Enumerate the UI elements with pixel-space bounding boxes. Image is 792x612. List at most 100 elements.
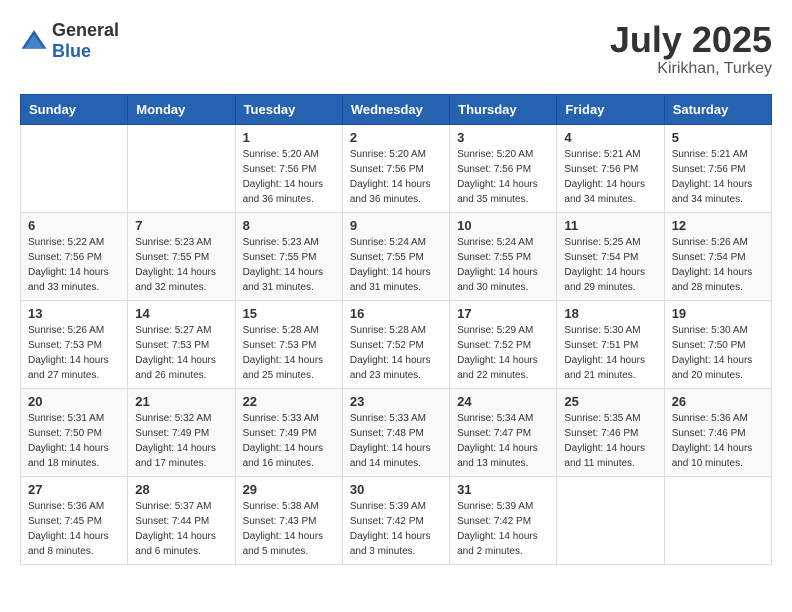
calendar-body: 1Sunrise: 5:20 AMSunset: 7:56 PMDaylight… [21,124,772,564]
calendar-cell: 15 Sunrise: 5:28 AMSunset: 7:53 PMDayligh… [235,300,342,388]
calendar-week-4: 20 Sunrise: 5:31 AMSunset: 7:50 PMDayligh… [21,388,772,476]
cell-content: Sunrise: 5:28 AMSunset: 7:52 PMDaylight:… [350,323,442,383]
day-number: 20 [28,394,120,409]
cell-content: Sunrise: 5:39 AMSunset: 7:42 PMDaylight:… [457,499,549,559]
calendar-cell: 26 Sunrise: 5:36 AMSunset: 7:46 PMDayligh… [664,388,771,476]
day-number: 13 [28,306,120,321]
day-number: 8 [243,218,335,233]
cell-content: Sunrise: 5:39 AMSunset: 7:42 PMDaylight:… [350,499,442,559]
day-number: 25 [564,394,656,409]
day-number: 7 [135,218,227,233]
header-thursday: Thursday [450,94,557,124]
cell-content: Sunrise: 5:22 AMSunset: 7:56 PMDaylight:… [28,235,120,295]
calendar-week-3: 13Sunrise: 5:26 AMSunset: 7:53 PMDayligh… [21,300,772,388]
day-number: 11 [564,218,656,233]
cell-content: Sunrise: 5:28 AMSunset: 7:53 PMDaylight:… [243,323,335,383]
cell-content: Sunrise: 5:20 AMSunset: 7:56 PMDaylight:… [243,147,335,207]
month-title: July 2025 [610,20,772,60]
day-number: 27 [28,482,120,497]
cell-content: Sunrise: 5:26 AMSunset: 7:54 PMDaylight:… [672,235,764,295]
calendar-cell: 18 Sunrise: 5:30 AMSunset: 7:51 PMDayligh… [557,300,664,388]
calendar-cell: 30Sunrise: 5:39 AMSunset: 7:42 PMDayligh… [342,476,449,564]
calendar-week-2: 6 Sunrise: 5:22 AMSunset: 7:56 PMDaylight… [21,212,772,300]
cell-content: Sunrise: 5:36 AMSunset: 7:46 PMDaylight:… [672,411,764,471]
day-number: 29 [243,482,335,497]
header-sunday: Sunday [21,94,128,124]
calendar-cell: 23Sunrise: 5:33 AMSunset: 7:48 PMDayligh… [342,388,449,476]
header-tuesday: Tuesday [235,94,342,124]
calendar-cell [557,476,664,564]
cell-content: Sunrise: 5:20 AMSunset: 7:56 PMDaylight:… [350,147,442,207]
header-monday: Monday [128,94,235,124]
day-number: 4 [564,130,656,145]
day-number: 14 [135,306,227,321]
title-area: July 2025 Kirikhan, Turkey [610,20,772,78]
calendar-cell: 14Sunrise: 5:27 AMSunset: 7:53 PMDayligh… [128,300,235,388]
calendar-header: Sunday Monday Tuesday Wednesday Thursday… [21,94,772,124]
logo-blue: Blue [52,41,91,61]
cell-content: Sunrise: 5:30 AMSunset: 7:50 PMDaylight:… [672,323,764,383]
calendar-week-5: 27 Sunrise: 5:36 AMSunset: 7:45 PMDayligh… [21,476,772,564]
calendar-table: Sunday Monday Tuesday Wednesday Thursday… [20,94,772,565]
day-number: 17 [457,306,549,321]
day-number: 18 [564,306,656,321]
calendar-cell: 21Sunrise: 5:32 AMSunset: 7:49 PMDayligh… [128,388,235,476]
calendar-cell: 7 Sunrise: 5:23 AMSunset: 7:55 PMDaylight… [128,212,235,300]
calendar-cell: 17Sunrise: 5:29 AMSunset: 7:52 PMDayligh… [450,300,557,388]
cell-content: Sunrise: 5:32 AMSunset: 7:49 PMDaylight:… [135,411,227,471]
day-number: 2 [350,130,442,145]
calendar-cell: 9Sunrise: 5:24 AMSunset: 7:55 PMDaylight… [342,212,449,300]
cell-content: Sunrise: 5:35 AMSunset: 7:46 PMDaylight:… [564,411,656,471]
cell-content: Sunrise: 5:21 AMSunset: 7:56 PMDaylight:… [564,147,656,207]
cell-content: Sunrise: 5:34 AMSunset: 7:47 PMDaylight:… [457,411,549,471]
header-row: Sunday Monday Tuesday Wednesday Thursday… [21,94,772,124]
calendar-cell: 5Sunrise: 5:21 AMSunset: 7:56 PMDaylight… [664,124,771,212]
logo-text: General Blue [52,20,119,62]
calendar-cell: 28 Sunrise: 5:37 AMSunset: 7:44 PMDayligh… [128,476,235,564]
calendar-cell: 22Sunrise: 5:33 AMSunset: 7:49 PMDayligh… [235,388,342,476]
calendar-cell: 31 Sunrise: 5:39 AMSunset: 7:42 PMDayligh… [450,476,557,564]
cell-content: Sunrise: 5:20 AMSunset: 7:56 PMDaylight:… [457,147,549,207]
logo: General Blue [20,20,119,62]
cell-content: Sunrise: 5:21 AMSunset: 7:56 PMDaylight:… [672,147,764,207]
header-wednesday: Wednesday [342,94,449,124]
day-number: 26 [672,394,764,409]
calendar-cell [21,124,128,212]
day-number: 12 [672,218,764,233]
day-number: 9 [350,218,442,233]
calendar-cell [128,124,235,212]
day-number: 16 [350,306,442,321]
day-number: 24 [457,394,549,409]
day-number: 22 [243,394,335,409]
calendar-cell: 2 Sunrise: 5:20 AMSunset: 7:56 PMDaylight… [342,124,449,212]
cell-content: Sunrise: 5:38 AMSunset: 7:43 PMDaylight:… [243,499,335,559]
calendar-cell: 6 Sunrise: 5:22 AMSunset: 7:56 PMDaylight… [21,212,128,300]
day-number: 28 [135,482,227,497]
cell-content: Sunrise: 5:23 AMSunset: 7:55 PMDaylight:… [243,235,335,295]
cell-content: Sunrise: 5:23 AMSunset: 7:55 PMDaylight:… [135,235,227,295]
cell-content: Sunrise: 5:33 AMSunset: 7:48 PMDaylight:… [350,411,442,471]
calendar-cell: 19 Sunrise: 5:30 AMSunset: 7:50 PMDayligh… [664,300,771,388]
cell-content: Sunrise: 5:25 AMSunset: 7:54 PMDaylight:… [564,235,656,295]
logo-general: General [52,20,119,40]
calendar-cell: 4 Sunrise: 5:21 AMSunset: 7:56 PMDaylight… [557,124,664,212]
calendar-cell: 1Sunrise: 5:20 AMSunset: 7:56 PMDaylight… [235,124,342,212]
logo-icon [20,27,48,55]
calendar-cell: 10Sunrise: 5:24 AMSunset: 7:55 PMDayligh… [450,212,557,300]
cell-content: Sunrise: 5:31 AMSunset: 7:50 PMDaylight:… [28,411,120,471]
day-number: 15 [243,306,335,321]
cell-content: Sunrise: 5:30 AMSunset: 7:51 PMDaylight:… [564,323,656,383]
calendar-cell: 8 Sunrise: 5:23 AMSunset: 7:55 PMDaylight… [235,212,342,300]
day-number: 19 [672,306,764,321]
calendar-cell: 11 Sunrise: 5:25 AMSunset: 7:54 PMDayligh… [557,212,664,300]
cell-content: Sunrise: 5:24 AMSunset: 7:55 PMDaylight:… [457,235,549,295]
calendar-cell: 13Sunrise: 5:26 AMSunset: 7:53 PMDayligh… [21,300,128,388]
calendar-cell: 3Sunrise: 5:20 AMSunset: 7:56 PMDaylight… [450,124,557,212]
day-number: 6 [28,218,120,233]
header-saturday: Saturday [664,94,771,124]
day-number: 31 [457,482,549,497]
calendar-cell: 20 Sunrise: 5:31 AMSunset: 7:50 PMDayligh… [21,388,128,476]
header-friday: Friday [557,94,664,124]
cell-content: Sunrise: 5:36 AMSunset: 7:45 PMDaylight:… [28,499,120,559]
cell-content: Sunrise: 5:37 AMSunset: 7:44 PMDaylight:… [135,499,227,559]
